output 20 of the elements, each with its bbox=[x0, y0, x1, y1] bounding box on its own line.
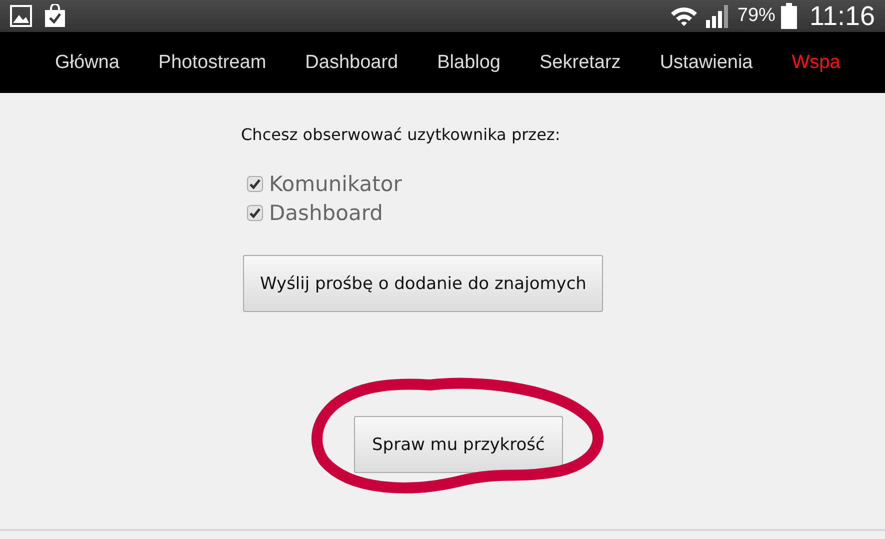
battery-icon bbox=[781, 3, 798, 29]
battery-percent: 79% bbox=[737, 5, 776, 27]
action-button[interactable]: Spraw mu przykrość bbox=[354, 416, 563, 473]
checkbox[interactable] bbox=[247, 176, 263, 192]
nav-link[interactable]: Dashboard bbox=[305, 52, 398, 74]
nav-link[interactable]: Sekretarz bbox=[540, 52, 621, 74]
shopping-bag-icon bbox=[44, 4, 66, 28]
action-button[interactable]: Wyślij prośbę o dodanie do znajomych bbox=[243, 255, 604, 312]
nav-link[interactable]: Wspa bbox=[792, 52, 840, 74]
nav-link[interactable]: Blablog bbox=[437, 52, 500, 74]
image-icon bbox=[10, 5, 32, 27]
nav-link[interactable]: Photostream bbox=[158, 52, 266, 74]
checkbox[interactable] bbox=[247, 205, 263, 221]
checkbox-label: Komunikator bbox=[269, 172, 402, 196]
clock: 11:16 bbox=[809, 0, 875, 32]
nav-link[interactable]: Główna bbox=[55, 52, 120, 74]
prompt-text: Chcesz obserwować uzytkownika przez: bbox=[241, 125, 562, 144]
nav-link[interactable]: Ustawienia bbox=[660, 52, 753, 74]
wifi-icon bbox=[669, 5, 700, 27]
checkbox-label: Dashboard bbox=[269, 201, 383, 225]
